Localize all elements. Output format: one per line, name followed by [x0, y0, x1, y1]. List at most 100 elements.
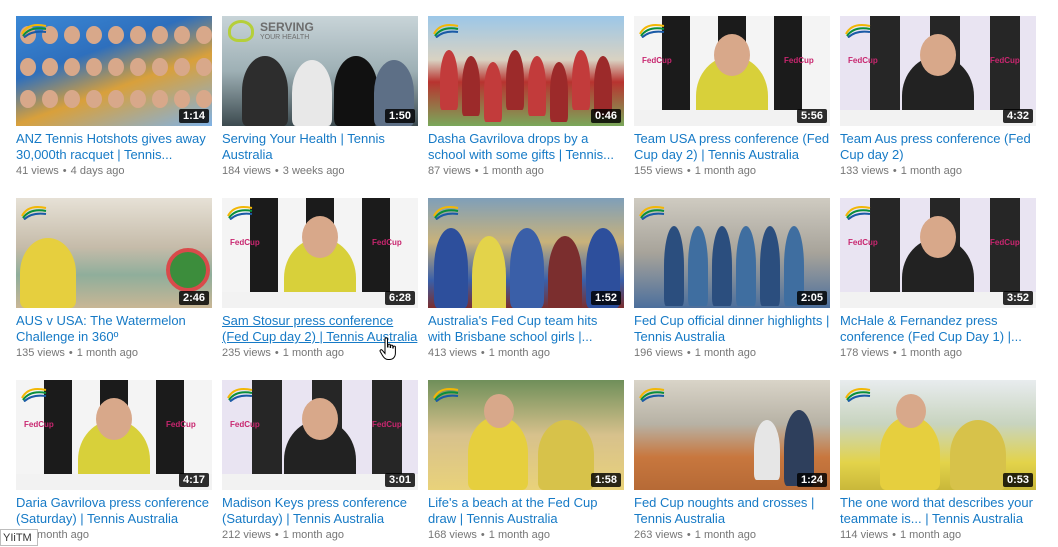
video-title-link[interactable]: Fed Cup official dinner highlights | Ten…: [634, 313, 830, 345]
video-thumbnail[interactable]: FedCup FedCup 5:56: [634, 16, 830, 126]
upload-age: 1 month ago: [900, 165, 962, 177]
serving-overlay-title: SERVING: [260, 20, 314, 34]
video-card[interactable]: 2:46 AUS v USA: The Watermelon Challenge …: [16, 198, 212, 361]
duration-badge: 3:52: [1002, 291, 1033, 305]
upload-age: 1 month ago: [694, 529, 756, 541]
fedcup-banner-text: FedCup: [990, 238, 1020, 247]
video-title-link[interactable]: Dasha Gavrilova drops by a school with s…: [428, 131, 624, 163]
hand-cursor-icon: [379, 337, 396, 360]
video-card[interactable]: 0:46 Dasha Gavrilova drops by a school wi…: [428, 16, 624, 179]
video-thumbnail[interactable]: FedCup FedCup 3:52: [840, 198, 1036, 308]
video-card[interactable]: FedCup FedCup 4:17 Daria Gavrilova press co…: [16, 380, 212, 543]
video-meta: 196 views • 1 month ago: [634, 346, 830, 361]
view-count: 114 views: [840, 529, 889, 541]
video-title-link[interactable]: Life's a beach at the Fed Cup draw | Ten…: [428, 495, 624, 527]
meta-separator: •: [892, 165, 897, 177]
upload-age: 1 month ago: [282, 529, 344, 541]
video-card[interactable]: FedCup FedCup 4:32 Team Aus press conferenc…: [840, 16, 1036, 179]
upload-age: 1 month ago: [488, 529, 550, 541]
video-thumbnail[interactable]: FedCup FedCup 6:28: [222, 198, 418, 308]
meta-separator: •: [68, 347, 73, 359]
video-title-link[interactable]: The one word that describes your teammat…: [840, 495, 1036, 527]
view-count: 196 views: [634, 347, 683, 359]
video-card[interactable]: FedCup FedCup 5:56 Team USA press conferenc…: [634, 16, 830, 179]
video-thumbnail[interactable]: FedCup FedCup 4:32: [840, 16, 1036, 126]
duration-badge: 2:05: [796, 291, 827, 305]
tennis-australia-logo-icon: [639, 206, 665, 220]
view-count: 133 views: [840, 165, 889, 177]
tennis-australia-logo-icon: [639, 388, 665, 402]
duration-badge: 1:50: [384, 109, 415, 123]
video-meta: 263 views • 1 month ago: [634, 528, 830, 543]
video-meta: 212 views • 1 month ago: [222, 528, 418, 543]
tennis-australia-logo-icon: [227, 206, 253, 220]
video-title-link[interactable]: Australia's Fed Cup team hits with Brisb…: [428, 313, 624, 345]
video-title-link[interactable]: Team Aus press conference (Fed Cup day 2…: [840, 131, 1036, 163]
upload-age: 1 month ago: [76, 347, 138, 359]
video-title-link[interactable]: Fed Cup noughts and crosses | Tennis Aus…: [634, 495, 830, 527]
tennis-australia-logo-icon: [21, 206, 47, 220]
upload-age: 1 month ago: [899, 529, 962, 541]
duration-badge: 4:17: [178, 473, 209, 487]
video-card[interactable]: 2:05 Fed Cup official dinner highlights |…: [634, 198, 830, 361]
video-card[interactable]: 1:14 ANZ Tennis Hotshots gives away 30,00…: [16, 16, 212, 179]
fedcup-banner-text: FedCup: [372, 238, 402, 247]
video-meta: 114 views • 1 month ago: [840, 528, 1036, 543]
view-count: 41 views: [16, 165, 59, 177]
view-count: 184 views: [222, 165, 271, 177]
video-title-link[interactable]: Daria Gavrilova press conference (Saturd…: [16, 495, 212, 527]
tennis-australia-logo-icon: [845, 24, 871, 38]
fedcup-banner-text: FedCup: [24, 420, 54, 429]
view-count: 168 views: [428, 529, 477, 541]
video-thumbnail[interactable]: 2:46: [16, 198, 212, 308]
duration-badge: 0:53: [1002, 473, 1033, 487]
meta-separator: •: [480, 347, 485, 359]
video-meta: 178 views • 1 month ago: [840, 346, 1036, 361]
fedcup-banner-text: FedCup: [166, 420, 196, 429]
video-title-link[interactable]: Madison Keys press conference (Saturday)…: [222, 495, 418, 527]
upload-age: 1 month ago: [694, 347, 756, 359]
video-thumbnail[interactable]: FedCup FedCup 4:17: [16, 380, 212, 490]
video-card[interactable]: 1:52 Australia's Fed Cup team hits with B…: [428, 198, 624, 361]
video-card[interactable]: FedCup FedCup 3:52 McHale & Fernandez press…: [840, 198, 1036, 361]
video-thumbnail[interactable]: FedCup FedCup 3:01: [222, 380, 418, 490]
fedcup-banner-text: FedCup: [372, 420, 402, 429]
video-thumbnail[interactable]: SERVING YOUR HEALTH 1:50: [222, 16, 418, 126]
upload-age: 4 days ago: [70, 165, 125, 177]
video-card[interactable]: SERVING YOUR HEALTH 1:50 Serving Your Healt…: [222, 16, 418, 179]
meta-separator: •: [474, 165, 479, 177]
video-thumbnail[interactable]: 0:46: [428, 16, 624, 126]
tennis-australia-logo-icon: [21, 24, 47, 38]
video-card[interactable]: 1:24 Fed Cup noughts and crosses | Tennis…: [634, 380, 830, 543]
meta-separator: •: [480, 529, 485, 541]
duration-badge: 0:46: [590, 109, 621, 123]
upload-age: 1 month ago: [694, 165, 756, 177]
tennis-australia-logo-icon: [845, 206, 871, 220]
video-thumbnail[interactable]: 0:53: [840, 380, 1036, 490]
video-thumbnail[interactable]: 1:52: [428, 198, 624, 308]
meta-separator: •: [686, 529, 691, 541]
video-thumbnail[interactable]: 2:05: [634, 198, 830, 308]
video-card[interactable]: FedCup FedCup 3:01 Madison Keys press confe…: [222, 380, 418, 543]
view-count: 235 views: [222, 347, 271, 359]
video-card[interactable]: 0:53 The one word that describes your tea…: [840, 380, 1036, 543]
video-title-link[interactable]: McHale & Fernandez press conference (Fed…: [840, 313, 1036, 345]
video-card[interactable]: 1:58 Life's a beach at the Fed Cup draw |…: [428, 380, 624, 543]
video-title-link[interactable]: Team USA press conference (Fed Cup day 2…: [634, 131, 830, 163]
video-thumbnail[interactable]: 1:58: [428, 380, 624, 490]
tennis-australia-logo-icon: [227, 388, 253, 402]
tennis-australia-logo-icon: [639, 24, 665, 38]
duration-badge: 1:58: [590, 473, 621, 487]
video-title-link[interactable]: AUS v USA: The Watermelon Challenge in 3…: [16, 313, 212, 345]
video-title-link[interactable]: ANZ Tennis Hotshots gives away 30,000th …: [16, 131, 212, 163]
tennis-australia-logo-icon: [433, 24, 459, 38]
meta-separator: •: [274, 529, 279, 541]
video-meta: •1 month ago: [16, 528, 212, 543]
video-meta: 133 views • 1 month ago: [840, 164, 1036, 179]
video-title-link[interactable]: Serving Your Health | Tennis Australia: [222, 131, 418, 163]
video-thumbnail[interactable]: 1:24: [634, 380, 830, 490]
duration-badge: 3:01: [384, 473, 415, 487]
meta-separator: •: [686, 347, 691, 359]
video-thumbnail[interactable]: 1:14: [16, 16, 212, 126]
serving-overlay-subtitle: YOUR HEALTH: [260, 34, 310, 41]
